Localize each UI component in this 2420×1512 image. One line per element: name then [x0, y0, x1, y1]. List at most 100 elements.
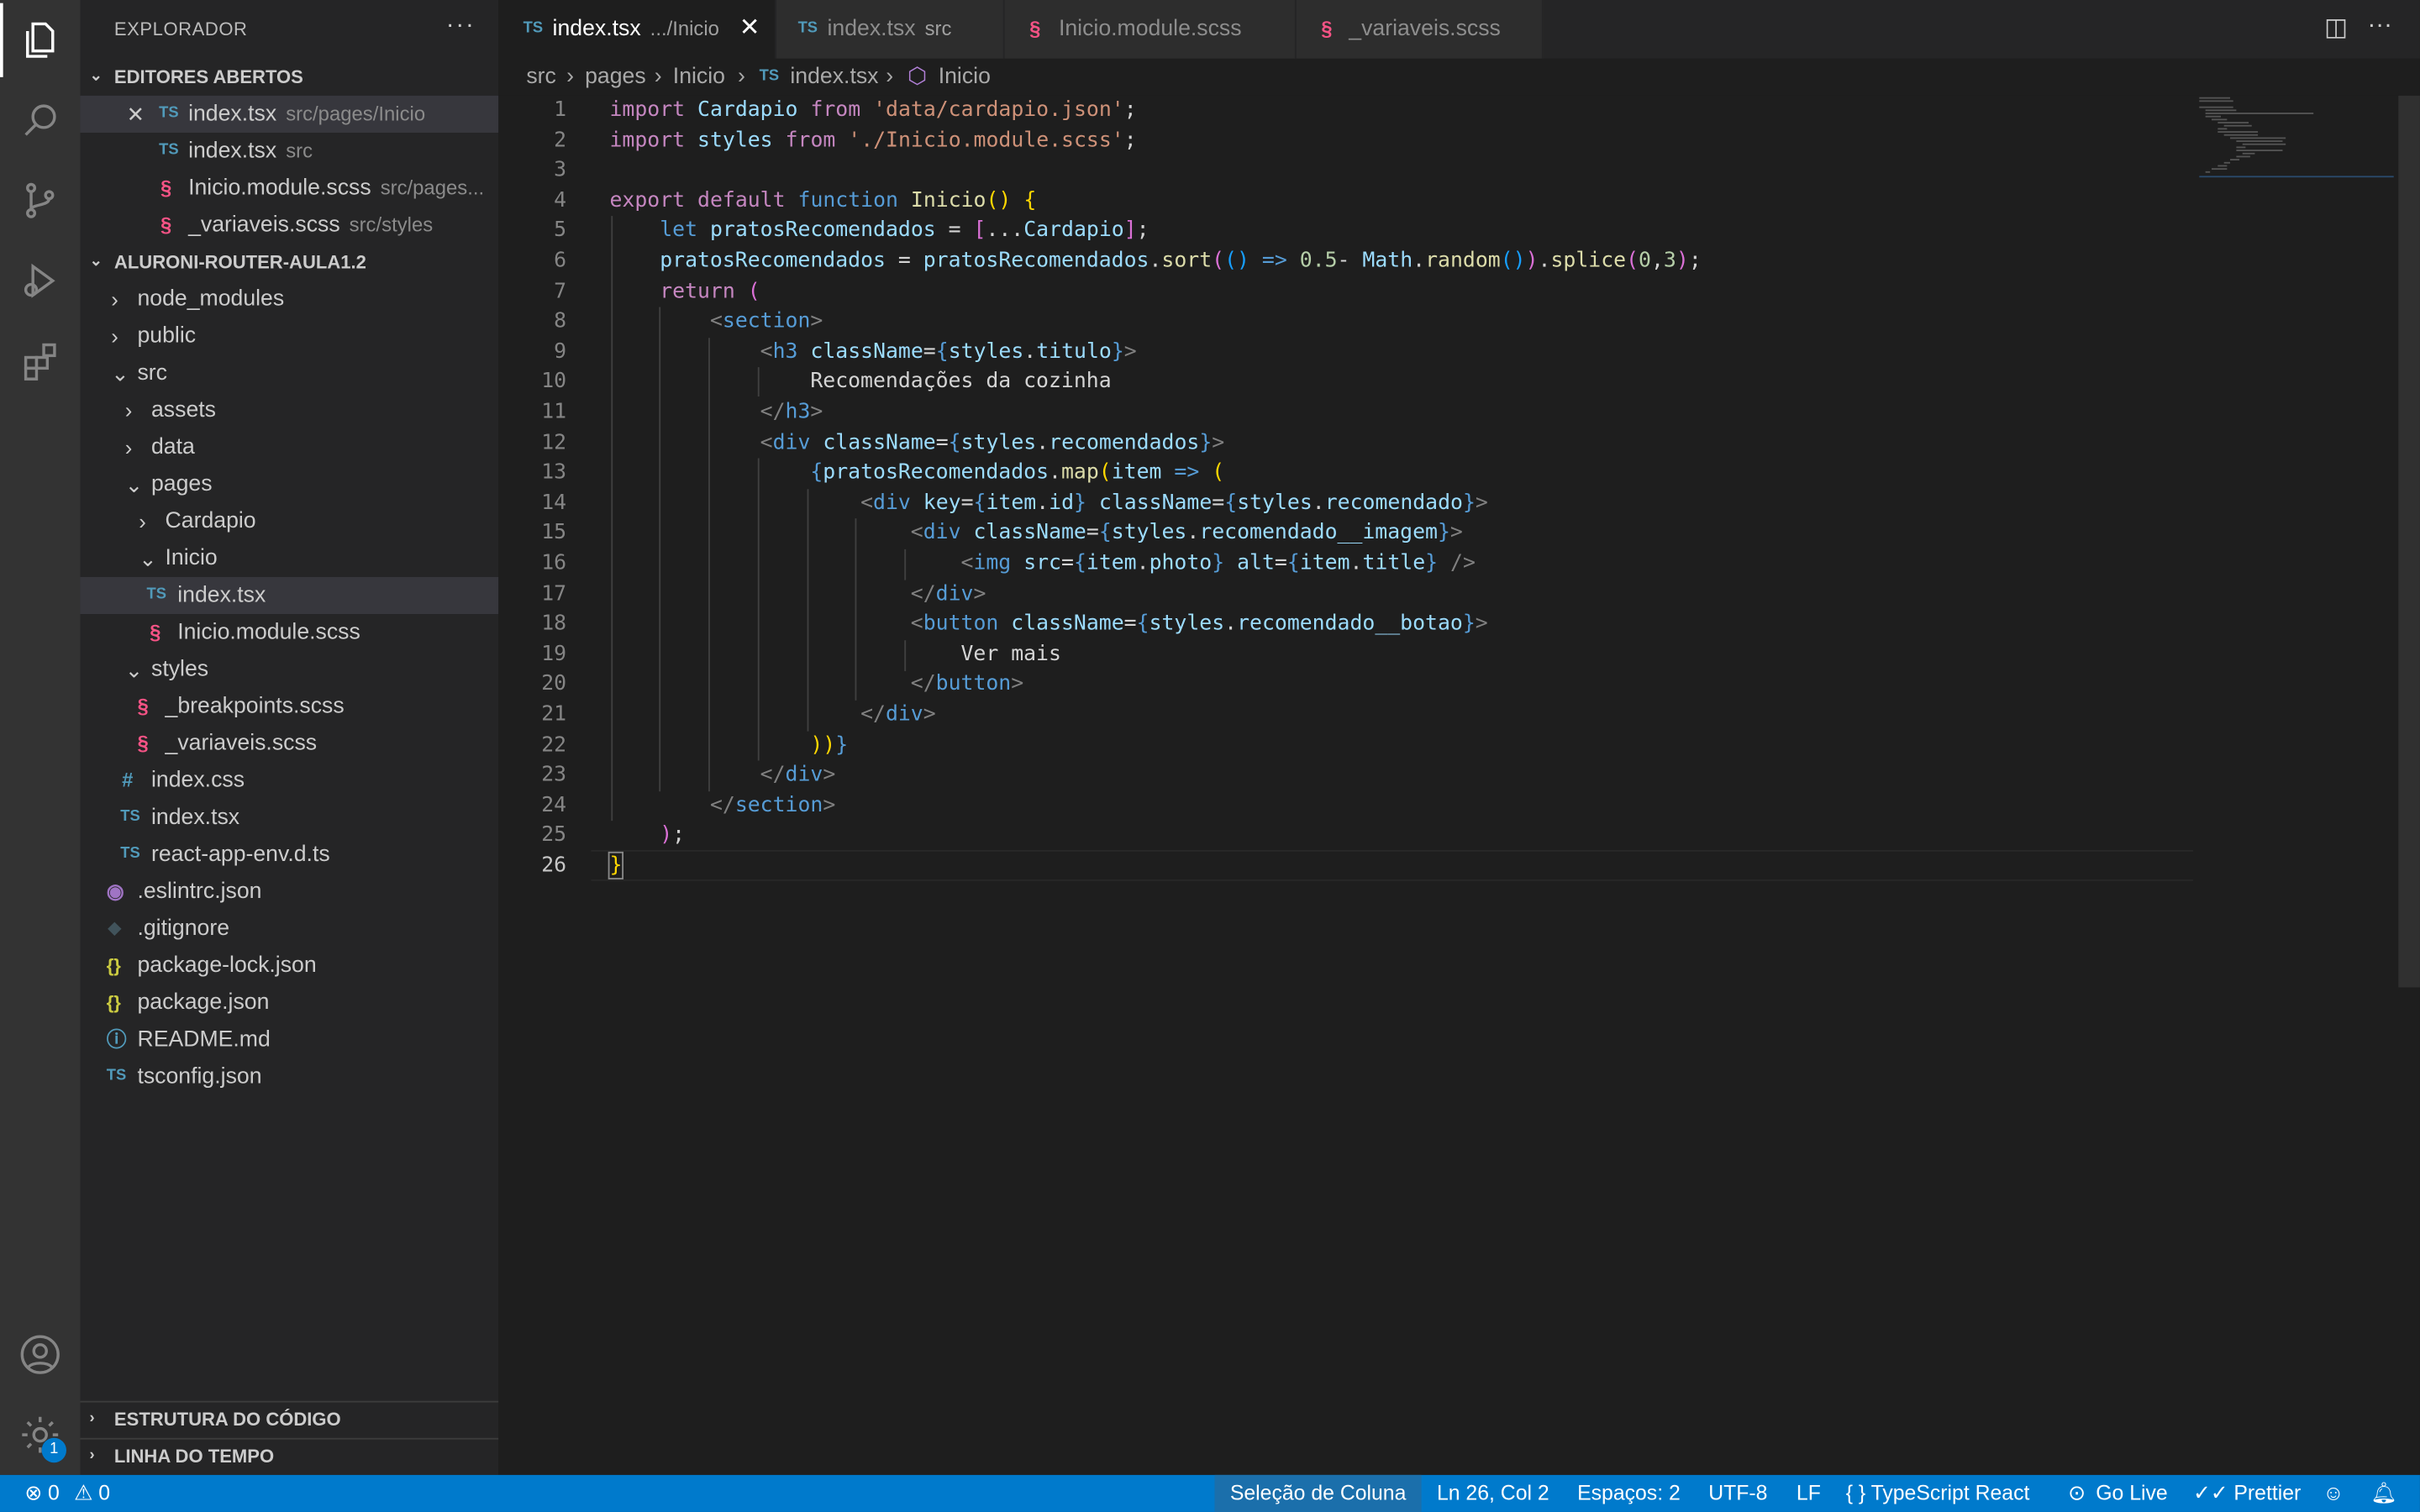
tab-index-tsx-src[interactable]: TS index.tsx src — [776, 0, 1005, 59]
tab-variaveis-scss[interactable]: § _variaveis.scss — [1296, 0, 1544, 59]
breadcrumb-symbol[interactable]: Inicio — [939, 59, 991, 96]
tab-path: .../Inicio — [650, 17, 719, 40]
tree-folder[interactable]: › node_modules — [81, 281, 499, 318]
code-line: let pratosRecomendados = [...Cardapio]; — [660, 218, 1150, 244]
code-line: ); — [660, 822, 686, 848]
typescript-file-icon: TS — [120, 845, 140, 863]
tree-file[interactable]: {} package.json — [81, 984, 499, 1021]
language-mode[interactable]: { } TypeScript React — [1846, 1475, 2030, 1512]
warnings-count[interactable]: ⚠ 0 — [74, 1475, 110, 1512]
chevron-down-icon: ⌄ — [89, 253, 103, 270]
settings-gear-icon[interactable] — [0, 1394, 81, 1475]
tree-file[interactable]: TS react-app-env.d.ts — [81, 836, 499, 873]
file-path: src/styles — [349, 213, 434, 237]
breadcrumb-inicio[interactable]: Inicio — [673, 59, 725, 96]
breadcrumb-separator: › — [737, 65, 745, 90]
tree-file[interactable]: ⓘ README.md — [81, 1021, 499, 1058]
tree-folder[interactable]: ⌄ pages — [81, 466, 499, 503]
prettier-status[interactable]: ✓✓ Prettier — [2193, 1475, 2301, 1512]
tree-file[interactable]: § _variaveis.scss — [81, 725, 499, 762]
run-debug-icon[interactable] — [0, 241, 81, 322]
notifications-bell-icon[interactable]: 🔔︎ — [2370, 1475, 2396, 1512]
tree-file-selected[interactable]: TS index.tsx — [80, 576, 499, 615]
search-icon[interactable] — [0, 81, 81, 161]
selection-mode-button[interactable]: Seleção de Coluna — [1214, 1474, 1422, 1512]
tree-file[interactable]: TS tsconfig.json — [81, 1058, 499, 1095]
tab-label: Inicio.module.scss — [1058, 17, 1242, 42]
tree-folder[interactable]: › Cardapio — [81, 503, 499, 540]
timeline-header[interactable]: › LINHA DO TEMPO — [81, 1438, 499, 1475]
tree-file[interactable]: # index.css — [81, 762, 499, 799]
account-icon[interactable] — [0, 1315, 81, 1395]
tree-folder[interactable]: ⌄ styles — [81, 651, 499, 688]
outline-header[interactable]: › ESTRUTURA DO CÓDIGO — [81, 1401, 499, 1438]
tree-file[interactable]: § _breakpoints.scss — [81, 688, 499, 725]
code-line: <div className={styles.recomendado__imag… — [910, 520, 1463, 546]
json-file-icon: {} — [106, 954, 121, 977]
tree-folder[interactable]: › public — [81, 318, 499, 354]
breadcrumb-separator: › — [654, 65, 662, 90]
tab-inicio-module-scss[interactable]: § Inicio.module.scss — [1004, 0, 1297, 59]
typescript-file-icon: TS — [146, 585, 166, 604]
scss-file-icon: § — [137, 694, 149, 718]
explorer-icon[interactable] — [0, 0, 81, 81]
breadcrumb-file[interactable]: index.tsx — [790, 59, 878, 96]
folder-name: Cardapio — [165, 509, 256, 534]
tab-label: index.tsx — [552, 17, 641, 42]
cursor-position[interactable]: Ln 26, Col 2 — [1437, 1475, 1549, 1512]
folder-name: data — [150, 434, 195, 460]
more-actions-button[interactable]: ··· — [446, 13, 476, 40]
tab-index-tsx-inicio[interactable]: TS index.tsx .../Inicio ✕ — [498, 0, 776, 59]
open-editor-item[interactable]: TS index.tsx src — [81, 133, 499, 170]
code-editor[interactable]: 1 2 3 4 5 6 7 8 9 10 11 12 13 14 15 16 17 18 19 20 21 22 23 24 2… — [498, 95, 2420, 1475]
file-name: package-lock.json — [137, 953, 317, 979]
line-number: 23 — [541, 762, 567, 788]
typescript-file-icon: TS — [159, 104, 179, 123]
close-icon[interactable]: ✕ — [739, 0, 760, 59]
code-line: import Cardapio from 'data/cardapio.json… — [609, 97, 1137, 123]
tree-folder[interactable]: ⌄ Inicio — [81, 540, 499, 577]
open-editor-item[interactable]: § Inicio.module.scss src/pages... — [81, 170, 499, 207]
symbol-function-icon: ⬡ — [907, 65, 928, 90]
chevron-right-icon: › — [89, 1410, 95, 1427]
open-editor-item[interactable]: ✕ TS index.tsx src/pages/Inicio — [80, 95, 499, 133]
breadcrumb-src[interactable]: src — [526, 59, 556, 96]
tree-file[interactable]: ◉ .eslintrc.json — [81, 874, 499, 911]
open-editor-item[interactable]: § _variaveis.scss src/styles — [81, 207, 499, 244]
tree-folder[interactable]: › data — [81, 429, 499, 466]
chevron-down-icon: ⌄ — [89, 67, 103, 86]
project-header[interactable]: ⌄ ALURONI-ROUTER-AULA1.2 — [81, 244, 499, 281]
broadcast-icon: ⊙ — [2068, 1481, 2086, 1504]
css-file-icon: # — [122, 768, 134, 792]
vertical-scrollbar[interactable] — [2398, 95, 2420, 988]
split-editor-icon[interactable]: ◫ — [2324, 13, 2348, 44]
eol-setting[interactable]: LF — [1797, 1475, 1821, 1512]
extensions-icon[interactable] — [0, 321, 81, 402]
explorer-title: EXPLORADOR — [113, 18, 248, 40]
file-name: .gitignore — [137, 916, 230, 942]
breadcrumb-pages[interactable]: pages — [585, 59, 646, 96]
folder-name: styles — [150, 657, 209, 682]
file-name: Inicio.module.scss — [188, 176, 371, 201]
open-editors-header[interactable]: ⌄ EDITORES ABERTOS — [81, 59, 499, 96]
encoding-setting[interactable]: UTF-8 — [1708, 1475, 1767, 1512]
errors-count[interactable]: ⊗ 0 — [24, 1475, 59, 1512]
tree-file[interactable]: TS index.tsx — [81, 799, 499, 836]
tree-folder[interactable]: › assets — [81, 392, 499, 429]
source-control-icon[interactable] — [0, 160, 81, 241]
indentation-setting[interactable]: Espaços: 2 — [1577, 1475, 1681, 1512]
more-actions-icon[interactable]: ··· — [2367, 13, 2391, 40]
line-number: 9 — [554, 339, 567, 365]
code-line: pratosRecomendados = pratosRecomendados.… — [660, 248, 1702, 274]
tree-file[interactable]: ◆ .gitignore — [81, 911, 499, 948]
go-live-button[interactable]: Go Live — [2096, 1475, 2167, 1512]
tree-file[interactable]: {} package-lock.json — [81, 948, 499, 984]
tree-file[interactable]: § Inicio.module.scss — [81, 614, 499, 651]
line-number: 8 — [554, 308, 567, 334]
minimap[interactable] — [2196, 96, 2397, 188]
close-icon[interactable]: ✕ — [127, 96, 145, 133]
tree-folder[interactable]: ⌄ src — [81, 354, 499, 391]
feedback-icon[interactable]: ☺ — [2323, 1475, 2344, 1512]
code-line: </div> — [760, 762, 836, 788]
chevron-down-icon: ⌄ — [139, 546, 157, 571]
